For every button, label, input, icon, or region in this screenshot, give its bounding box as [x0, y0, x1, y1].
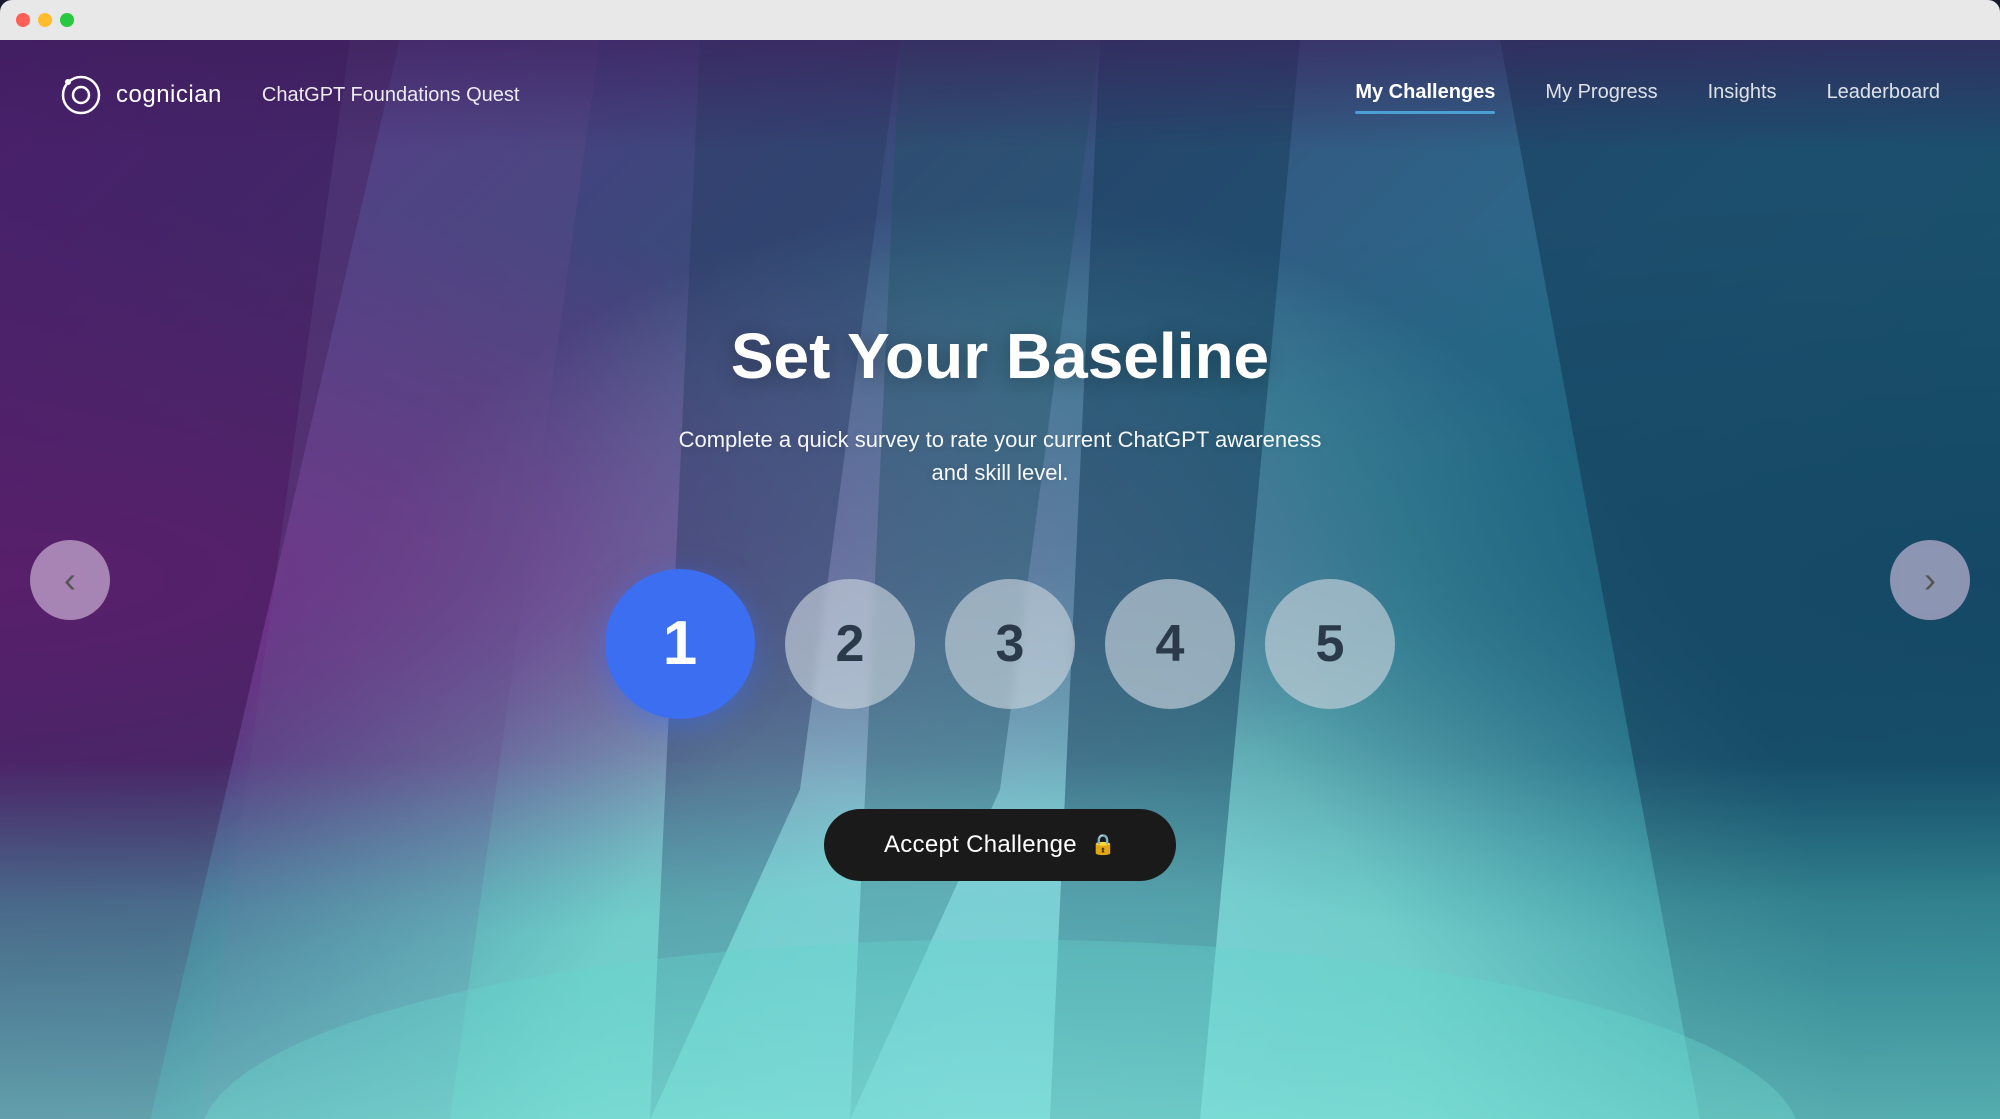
logo-text: cognician: [116, 81, 222, 109]
nav-insights[interactable]: Insights: [1708, 81, 1777, 110]
accept-challenge-label: Accept Challenge: [884, 831, 1077, 859]
next-arrow-button[interactable]: ›: [1890, 540, 1970, 620]
prev-arrow-button[interactable]: ‹: [30, 540, 110, 620]
minimize-button[interactable]: [38, 13, 52, 27]
app-container: cognician ChatGPT Foundations Quest My C…: [0, 40, 2000, 1119]
navbar: cognician ChatGPT Foundations Quest My C…: [0, 40, 2000, 150]
step-3[interactable]: 3: [945, 579, 1075, 709]
left-chevron-icon: ‹: [64, 562, 76, 598]
main-content: Set Your Baseline Complete a quick surve…: [0, 40, 2000, 1119]
nav-my-progress[interactable]: My Progress: [1545, 81, 1657, 110]
nav-leaderboard[interactable]: Leaderboard: [1827, 81, 1940, 110]
logo-area: cognician: [60, 74, 222, 116]
quest-title: ChatGPT Foundations Quest: [262, 84, 520, 107]
challenge-title: Set Your Baseline: [731, 319, 1269, 393]
nav-my-challenges[interactable]: My Challenges: [1355, 81, 1495, 110]
nav-links: My Challenges My Progress Insights Leade…: [1355, 81, 1940, 110]
challenge-subtitle: Complete a quick survey to rate your cur…: [679, 423, 1322, 489]
lock-icon: 🔒: [1091, 832, 1116, 857]
step-1[interactable]: 1: [605, 569, 755, 719]
step-5[interactable]: 5: [1265, 579, 1395, 709]
accept-challenge-button[interactable]: Accept Challenge 🔒: [824, 809, 1176, 881]
window-chrome: [0, 0, 2000, 40]
close-button[interactable]: [16, 13, 30, 27]
right-chevron-icon: ›: [1924, 562, 1936, 598]
step-4[interactable]: 4: [1105, 579, 1235, 709]
logo-icon: [60, 74, 102, 116]
maximize-button[interactable]: [60, 13, 74, 27]
steps-row: 1 2 3 4 5: [605, 569, 1395, 719]
step-2[interactable]: 2: [785, 579, 915, 709]
